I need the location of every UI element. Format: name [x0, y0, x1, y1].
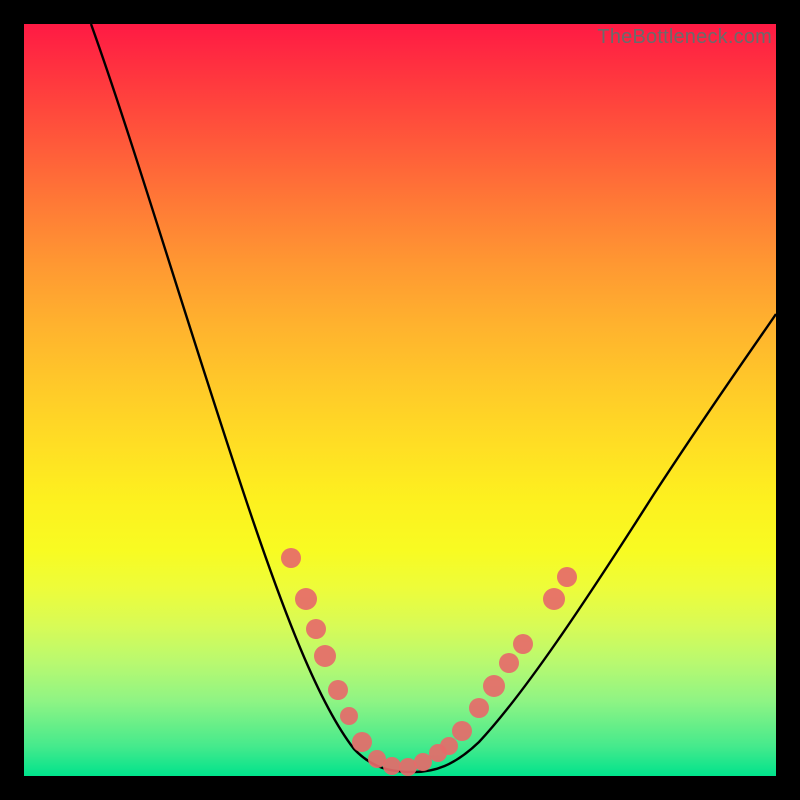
- chart-frame: TheBottleneck.com: [0, 0, 800, 800]
- chart-plot-area: [24, 24, 776, 776]
- bottleneck-curve: [91, 24, 776, 772]
- watermark-text: TheBottleneck.com: [597, 26, 772, 49]
- highlight-dots: [281, 548, 577, 776]
- bottleneck-curve-svg: [24, 24, 776, 776]
